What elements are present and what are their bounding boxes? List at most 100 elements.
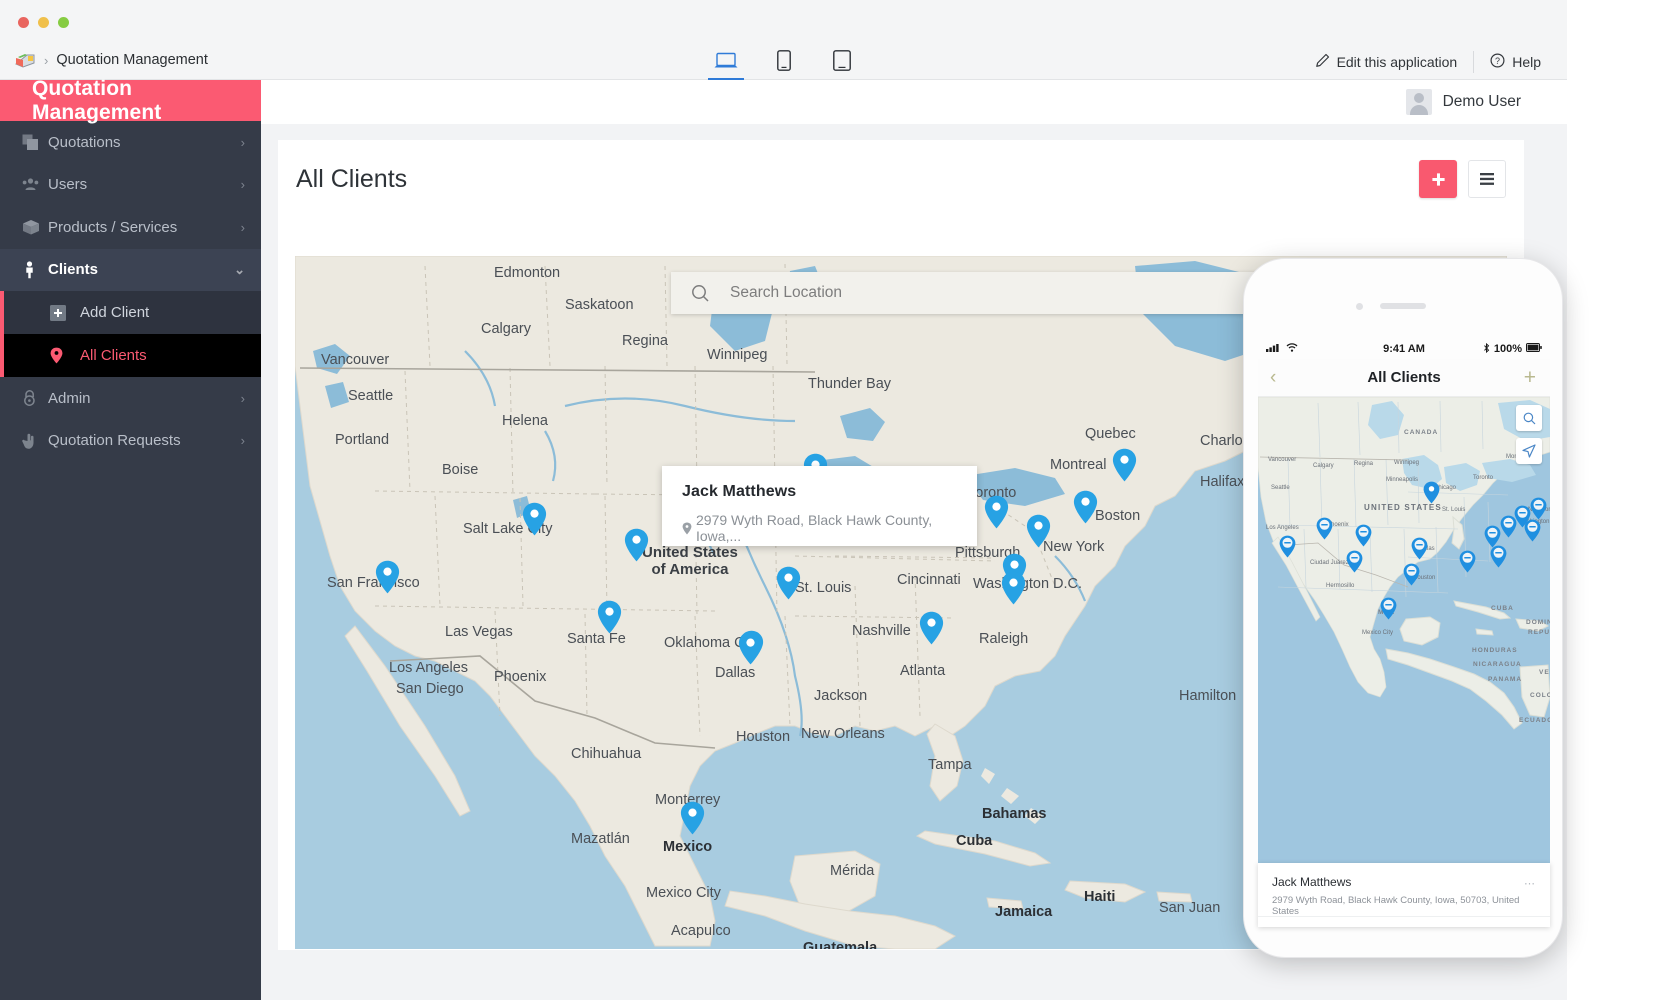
plus-square-icon xyxy=(50,305,80,321)
sidebar-item-products-services[interactable]: Products / Services › xyxy=(0,206,261,249)
phone-map-cluster-marker[interactable] xyxy=(1459,550,1476,573)
client-marker-pittsburgh[interactable] xyxy=(1026,514,1051,548)
card-header: All Clients xyxy=(278,140,1524,218)
map-pin-icon xyxy=(50,347,80,364)
chevron-right-icon: › xyxy=(241,433,245,448)
sidebar-item-quotations[interactable]: Quotations › xyxy=(0,121,261,164)
map-place-label: Mexico City xyxy=(646,885,721,901)
app-root: › Quotation Management xyxy=(0,0,1670,1000)
box-icon xyxy=(22,219,48,236)
sidebar-subitem-label: Add Client xyxy=(80,304,149,321)
map-place-label: Acapulco xyxy=(671,923,731,939)
phone-map-cluster-marker[interactable] xyxy=(1411,537,1428,560)
map-place-label: Thunder Bay xyxy=(808,376,891,392)
phone-map-cluster-marker[interactable] xyxy=(1316,517,1333,540)
client-marker-kansas[interactable] xyxy=(776,566,801,600)
device-tablet-button[interactable] xyxy=(826,48,858,80)
popup-client-name: Jack Matthews xyxy=(682,483,957,501)
client-marker-atlanta[interactable] xyxy=(919,611,944,645)
ellipsis-icon[interactable]: ⋯ xyxy=(1524,877,1536,890)
question-circle-icon: ? xyxy=(1490,53,1505,71)
client-marker-san-francisco[interactable] xyxy=(375,560,400,594)
client-marker-boston[interactable] xyxy=(1112,448,1137,482)
device-desktop-button[interactable] xyxy=(710,48,742,80)
client-marker-salt-lake-city[interactable] xyxy=(522,502,547,536)
help-button[interactable]: ? Help xyxy=(1473,51,1557,73)
client-info-popup[interactable]: Jack Matthews 2979 Wyth Road, Black Hawk… xyxy=(662,466,977,546)
phone-map-cluster-marker[interactable] xyxy=(1490,545,1507,568)
phone-battery-label: 100% xyxy=(1494,343,1522,355)
phone-map-place-label: Vancouver xyxy=(1268,457,1296,463)
phone-map-place-label: Winnipeg xyxy=(1394,460,1419,466)
map-place-label: Los Angeles xyxy=(389,660,468,676)
sidebar-item-add-client[interactable]: Add Client xyxy=(0,291,261,334)
phone-add-button[interactable]: + xyxy=(1524,366,1536,390)
client-marker-dallas[interactable] xyxy=(738,631,763,665)
map-place-label: Bahamas xyxy=(982,806,1046,822)
sidebar-item-all-clients[interactable]: All Clients xyxy=(0,334,261,377)
popup-client-address-row: 2979 Wyth Road, Black Hawk County, Iowa,… xyxy=(682,512,957,544)
client-marker-virginia[interactable] xyxy=(1001,571,1026,605)
phone-map-cluster-marker[interactable] xyxy=(1524,519,1541,542)
phone-map-cluster-marker[interactable] xyxy=(1403,563,1420,586)
bluetooth-icon xyxy=(1483,343,1490,356)
sidebar-item-quotation-requests[interactable]: Quotation Requests › xyxy=(0,420,261,463)
sidebar-item-label: Clients xyxy=(48,261,234,278)
phone-map-cluster-marker[interactable] xyxy=(1346,550,1363,573)
chevron-right-icon: › xyxy=(241,391,245,406)
client-marker-detroit[interactable] xyxy=(984,495,1009,529)
phone-card-divider xyxy=(1258,916,1550,917)
client-marker-new-york[interactable] xyxy=(1073,490,1098,524)
avatar[interactable] xyxy=(1406,89,1432,115)
map-place-label: Dallas xyxy=(715,665,755,681)
sidebar-item-admin[interactable]: Admin › xyxy=(0,377,261,420)
sidebar-item-clients[interactable]: Clients ⌄ xyxy=(0,249,261,292)
phone-map-cluster-marker[interactable] xyxy=(1380,597,1397,620)
hand-icon xyxy=(22,432,48,450)
help-label: Help xyxy=(1512,54,1541,70)
phone-map-cluster-marker[interactable] xyxy=(1279,535,1296,558)
window-maximize-button[interactable] xyxy=(58,17,69,28)
phone-camera xyxy=(1356,303,1363,310)
map-place-label: Portland xyxy=(335,432,389,448)
map-place-label: Vancouver xyxy=(321,352,389,368)
sidebar-subitem-label: All Clients xyxy=(80,347,147,364)
edit-application-label: Edit this application xyxy=(1337,54,1458,70)
client-marker-mexico[interactable] xyxy=(680,801,705,835)
phone-locate-tool[interactable] xyxy=(1516,438,1542,464)
map-place-label: Phoenix xyxy=(494,669,546,685)
map-place-label: Cincinnati xyxy=(897,572,961,588)
phone-map-place-label: Mexico City xyxy=(1362,630,1393,636)
phone-map-marker[interactable] xyxy=(1423,481,1440,504)
add-client-button[interactable] xyxy=(1419,160,1457,198)
phone-map-cluster-marker[interactable] xyxy=(1355,524,1372,547)
breadcrumb-separator: › xyxy=(44,53,48,68)
list-view-button[interactable] xyxy=(1468,160,1506,198)
client-marker-denver[interactable] xyxy=(624,528,649,562)
window-minimize-button[interactable] xyxy=(38,17,49,28)
edit-application-button[interactable]: Edit this application xyxy=(1299,51,1474,73)
map-place-label: San Francisco xyxy=(327,575,420,591)
client-marker-santa-fe[interactable] xyxy=(597,600,622,634)
search-icon xyxy=(691,284,710,303)
phone-search-tool[interactable] xyxy=(1516,405,1542,431)
map-country-label-line: United States xyxy=(642,544,738,561)
map-place-label: Winnipeg xyxy=(707,347,767,363)
window-close-button[interactable] xyxy=(18,17,29,28)
phone-map-place-label: Calgary xyxy=(1313,463,1334,469)
phone-map[interactable]: CANADAVancouverCalgaryReginaWinnipegSeat… xyxy=(1258,397,1550,897)
map-place-label: Mexico xyxy=(663,839,712,855)
person-icon xyxy=(22,261,48,279)
map-place-label: Washington D.C. xyxy=(973,576,1082,592)
phone-client-card[interactable]: Jack Matthews 2979 Wyth Road, Black Hawk… xyxy=(1258,863,1550,927)
signal-icon xyxy=(1266,343,1283,355)
phone-map-cluster-marker[interactable] xyxy=(1530,497,1547,520)
sidebar-item-users[interactable]: Users › xyxy=(0,164,261,207)
phone-map-place-label: Seattle xyxy=(1271,485,1290,491)
phone-map-place-label: CANADA xyxy=(1404,429,1438,436)
chevron-left-icon[interactable]: ‹ xyxy=(1270,367,1276,389)
phone-map-place-label: Los Angeles xyxy=(1266,525,1299,531)
chevron-right-icon: › xyxy=(241,135,245,150)
phone-speaker xyxy=(1380,303,1426,309)
device-mobile-button[interactable] xyxy=(768,48,800,80)
